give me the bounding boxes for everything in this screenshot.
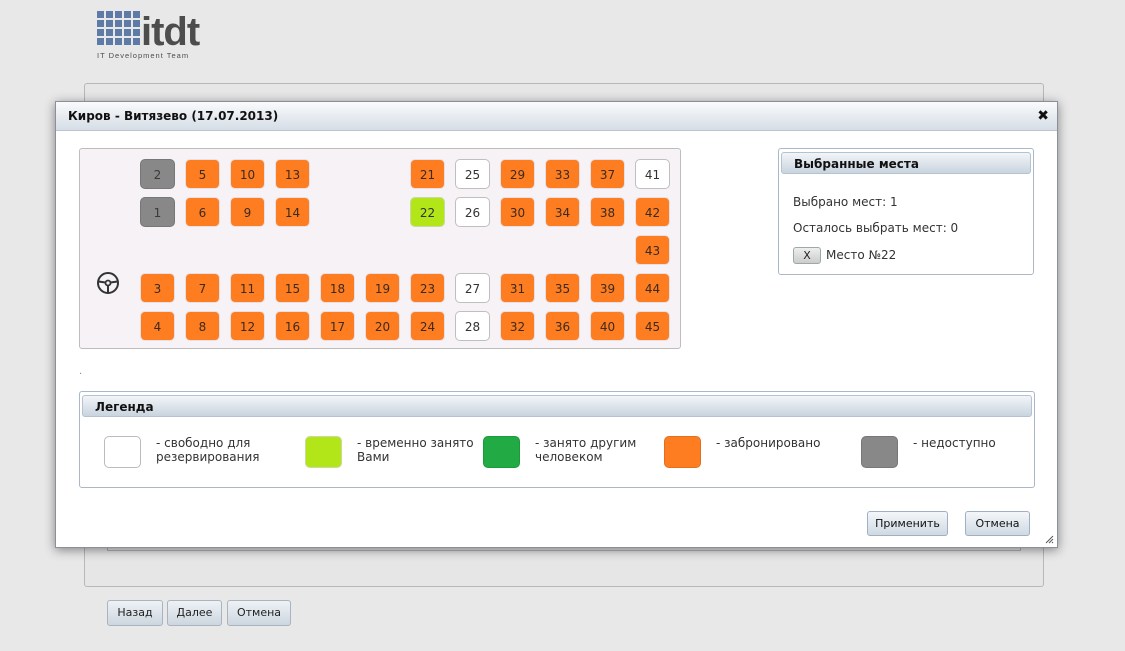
seat-1[interactable]: 1: [140, 197, 175, 227]
seat-4[interactable]: 4: [140, 311, 175, 341]
seat-31[interactable]: 31: [500, 273, 535, 303]
seat-40[interactable]: 40: [590, 311, 625, 341]
dialog-title-bar[interactable]: Киров - Витязево (17.07.2013) ✖: [56, 102, 1057, 131]
selected-seat-label: Место №22: [826, 248, 897, 262]
seat-24[interactable]: 24: [410, 311, 445, 341]
seat-26[interactable]: 26: [455, 197, 490, 227]
seat-10[interactable]: 10: [230, 159, 265, 189]
seat-44[interactable]: 44: [635, 273, 670, 303]
seat-19[interactable]: 19: [365, 273, 400, 303]
legend-swatch-mine: [305, 436, 342, 468]
selected-seats-title: Выбранные места: [781, 152, 1031, 174]
seat-41[interactable]: 41: [635, 159, 670, 189]
seat-25[interactable]: 25: [455, 159, 490, 189]
seat-27[interactable]: 27: [455, 273, 490, 303]
seat-map: 2 5 10 13 21 25 29 33 37 41 1 6 9 14 22 26 30 34 38 42 43 3 7 1…: [79, 148, 681, 349]
seat-15[interactable]: 15: [275, 273, 310, 303]
legend-label-free: - свободно для резервирования: [156, 436, 260, 464]
dialog-title: Киров - Витязево (17.07.2013): [68, 109, 279, 123]
back-button[interactable]: Назад: [107, 600, 163, 626]
seat-17[interactable]: 17: [320, 311, 355, 341]
seat-34[interactable]: 34: [545, 197, 580, 227]
seat-42[interactable]: 42: [635, 197, 670, 227]
dot-marker: .: [79, 366, 83, 377]
seat-18[interactable]: 18: [320, 273, 355, 303]
selected-seats-panel: Выбранные места Выбрано мест: 1 Осталось…: [778, 148, 1034, 275]
seat-5[interactable]: 5: [185, 159, 220, 189]
seat-12[interactable]: 12: [230, 311, 265, 341]
seat-30[interactable]: 30: [500, 197, 535, 227]
seat-selection-dialog: Киров - Витязево (17.07.2013) ✖ 2 5 10 13 21…: [55, 101, 1058, 548]
seat-8[interactable]: 8: [185, 311, 220, 341]
legend-label-taken: - занято другим человеком: [535, 436, 637, 464]
close-icon[interactable]: ✖: [1037, 108, 1049, 124]
seat-7[interactable]: 7: [185, 273, 220, 303]
dialog-cancel-button[interactable]: Отмена: [965, 511, 1030, 536]
seat-36[interactable]: 36: [545, 311, 580, 341]
svg-text:IT Development Team: IT Development Team: [97, 51, 189, 60]
steering-wheel-icon: [97, 272, 119, 294]
seat-37[interactable]: 37: [590, 159, 625, 189]
legend-label-booked: - забронировано: [716, 436, 821, 450]
seat-9[interactable]: 9: [230, 197, 265, 227]
legend-panel: Легенда - свободно для резервирования - …: [79, 391, 1035, 488]
next-button[interactable]: Далее: [167, 600, 222, 626]
seat-6[interactable]: 6: [185, 197, 220, 227]
legend-title: Легенда: [82, 395, 1032, 417]
itdt-logo: itdt IT Development Team: [97, 10, 201, 60]
seat-38[interactable]: 38: [590, 197, 625, 227]
seat-39[interactable]: 39: [590, 273, 625, 303]
seat-13[interactable]: 13: [275, 159, 310, 189]
selected-count: Выбрано мест: 1: [793, 195, 898, 209]
seat-16[interactable]: 16: [275, 311, 310, 341]
legend-label-unavailable: - недоступно: [913, 436, 996, 450]
seat-3[interactable]: 3: [140, 273, 175, 303]
seat-32[interactable]: 32: [500, 311, 535, 341]
seat-28[interactable]: 28: [455, 311, 490, 341]
seat-11[interactable]: 11: [230, 273, 265, 303]
remaining-count: Осталось выбрать мест: 0: [793, 221, 959, 235]
seat-22[interactable]: 22: [410, 197, 445, 227]
legend-swatch-unavailable: [861, 436, 898, 468]
seat-21[interactable]: 21: [410, 159, 445, 189]
legend-swatch-free: [104, 436, 141, 468]
apply-button[interactable]: Применить: [867, 511, 948, 536]
remove-seat-button[interactable]: X: [793, 247, 821, 264]
legend-swatch-booked: [664, 436, 701, 468]
background-cancel-button[interactable]: Отмена: [227, 600, 291, 626]
legend-swatch-taken: [483, 436, 520, 468]
seat-43[interactable]: 43: [635, 235, 670, 265]
seat-45[interactable]: 45: [635, 311, 670, 341]
legend-label-mine: - временно занято Вами: [357, 436, 474, 464]
svg-text:itdt: itdt: [141, 10, 200, 54]
seat-35[interactable]: 35: [545, 273, 580, 303]
seat-29[interactable]: 29: [500, 159, 535, 189]
seat-2[interactable]: 2: [140, 159, 175, 189]
seat-14[interactable]: 14: [275, 197, 310, 227]
resize-grip-icon[interactable]: [1045, 535, 1054, 544]
seat-20[interactable]: 20: [365, 311, 400, 341]
seat-23[interactable]: 23: [410, 273, 445, 303]
seat-33[interactable]: 33: [545, 159, 580, 189]
